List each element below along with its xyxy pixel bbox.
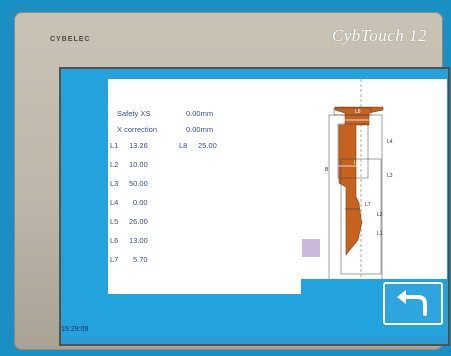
param-value-l5[interactable]: 26.00: [129, 217, 148, 226]
param-value-l1[interactable]: 13.26: [129, 141, 148, 150]
param-label-l8: L8: [179, 141, 188, 150]
back-button[interactable]: [383, 282, 443, 325]
x-correction-label: X correction: [117, 125, 158, 134]
param-label-l7: L7: [110, 255, 119, 264]
label-l4: L4: [387, 139, 393, 145]
param-value-l6[interactable]: 13.00: [129, 236, 148, 245]
label-l6: L6: [354, 160, 360, 166]
param-label-l2: L2: [110, 160, 119, 169]
param-value-l2[interactable]: 10.00: [129, 160, 148, 169]
punch-tool-diagram: L8 L5 L4 L6 L3 B L7 L2 L1: [325, 79, 393, 295]
back-arrow-icon: [397, 290, 427, 316]
device-frame: CYBELEC CybTouch 12 Safety XS 0.00mm X c…: [0, 0, 451, 356]
screen-bezel: CYBELEC CybTouch 12 Safety XS 0.00mm X c…: [14, 12, 450, 350]
label-l1: L1: [377, 231, 383, 237]
param-value-l4[interactable]: 0.00: [133, 198, 148, 207]
status-bar: [61, 336, 448, 344]
param-label-l3: L3: [110, 179, 119, 188]
x-correction-value[interactable]: 0.00mm: [186, 125, 213, 134]
safety-xs-value[interactable]: 0.00mm: [186, 109, 213, 118]
param-value-l7[interactable]: 5.70: [133, 255, 148, 264]
param-label-l5: L5: [110, 217, 119, 226]
param-label-l6: L6: [110, 236, 119, 245]
param-value-l8[interactable]: 25.00: [198, 141, 217, 150]
label-l5: L5: [356, 126, 362, 132]
param-label-l1: L1: [110, 141, 119, 150]
touch-screen: Safety XS 0.00mm X correction 0.00mm L1 …: [59, 67, 450, 346]
param-value-l3[interactable]: 50.00: [129, 179, 148, 188]
label-l2: L2: [377, 212, 383, 218]
label-b: B: [325, 167, 329, 173]
selection-indicator: [302, 239, 320, 257]
tool-parameters-panel: Safety XS 0.00mm X correction 0.00mm L1 …: [108, 79, 319, 294]
model-label: CybTouch 12: [331, 26, 427, 45]
label-l7: L7: [365, 202, 371, 208]
clock-time: 15:29:09: [61, 326, 89, 333]
param-label-l4: L4: [110, 198, 119, 207]
label-l8: L8: [355, 109, 361, 115]
safety-xs-label: Safety XS: [117, 109, 151, 118]
label-l3: L3: [387, 173, 393, 179]
brand-label: CYBELEC: [50, 36, 91, 43]
tool-diagram-panel: L8 L5 L4 L6 L3 B L7 L2 L1: [301, 79, 447, 295]
